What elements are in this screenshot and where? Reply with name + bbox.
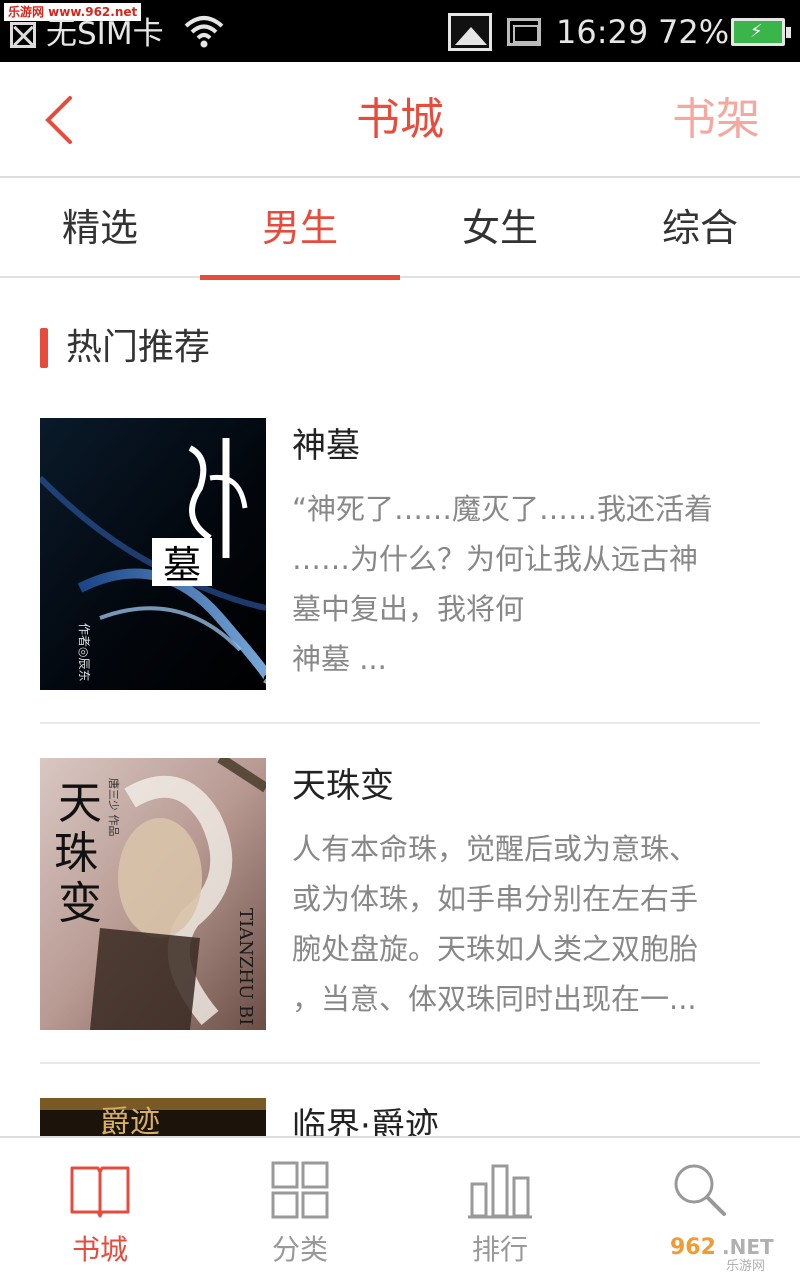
book-title[interactable]: 天珠变 (292, 762, 394, 810)
nav-bookstore[interactable]: 书城 (0, 1138, 200, 1280)
search-icon (674, 1164, 726, 1216)
tab-featured[interactable]: 精选 (0, 178, 200, 278)
bar-chart-icon (468, 1164, 532, 1219)
svg-text:变: 变 (58, 878, 102, 929)
wifi-icon (184, 16, 224, 48)
nav-category[interactable]: 分类 (200, 1138, 400, 1280)
book-description: 人有本命珠，觉醒后或为意珠、 或为体珠，如手串分别在左右手 腕处盘旋。天珠如人类… (292, 824, 760, 1024)
cover-side-title: TIANZHU BI (235, 908, 256, 1025)
tab-female[interactable]: 女生 (400, 178, 600, 278)
book-open-icon (70, 1166, 130, 1218)
desc-line: 墓中复出，我将何 (292, 592, 525, 626)
book-title[interactable]: 临界·爵迹 (292, 1102, 439, 1136)
nav-label: 分类 (271, 1233, 328, 1266)
no-sim-icon (10, 22, 36, 48)
category-tabs: 精选 男生 女生 综合 (0, 178, 800, 280)
book-cover-image: 墓 作者◎辰东 (40, 418, 266, 690)
nav-label: 排行 (471, 1233, 528, 1266)
clock: 16:29 (556, 13, 649, 51)
book-title[interactable]: 神墓 (292, 422, 360, 470)
desc-line: 神墓 ... (292, 642, 387, 676)
cover-author: 唐三少 作品 (107, 778, 121, 837)
gallery-notification-icon (448, 13, 492, 51)
battery-icon: ⚡ (731, 18, 791, 46)
book-item[interactable]: 墓 作者◎辰东 神墓 “神死了……魔灭了……我还活着 ……为什么？为何让我从远古… (40, 418, 760, 690)
section-title: 热门推荐 (66, 327, 211, 368)
svg-text:962: 962 (670, 1235, 716, 1260)
desc-line: ，当意、体双珠同时出现在一... (292, 982, 697, 1016)
book-description: “神死了……魔灭了……我还活着 ……为什么？为何让我从远古神 墓中复出，我将何 … (292, 484, 760, 684)
bottom-navigation: 书城 分类 排行 962 .NET 乐游网 (0, 1136, 800, 1280)
book-item[interactable]: 爵迹 临界·爵迹 (40, 1098, 760, 1136)
tab-general[interactable]: 综合 (600, 178, 800, 278)
cover-subtitle: 墓 (163, 543, 201, 587)
desc-line: 腕处盘旋。天珠如人类之双胞胎 (292, 932, 699, 966)
svg-text:乐游网: 乐游网 (726, 1259, 765, 1272)
cover-author: 作者◎辰东 (77, 623, 91, 681)
app-header: 书城 书架 (0, 62, 800, 178)
section-accent-bar (40, 328, 48, 368)
book-cover-image: 爵迹 (40, 1098, 266, 1136)
list-divider (40, 1062, 760, 1064)
section-header: 热门推荐 (40, 326, 210, 370)
grid-icon (271, 1161, 329, 1219)
desc-line: 人有本命珠，觉醒后或为意珠、 (292, 832, 699, 866)
nav-ranking[interactable]: 排行 (400, 1138, 600, 1280)
desc-line: 或为体珠，如手串分别在左右手 (292, 882, 699, 916)
screenshot-notification-icon (507, 18, 541, 46)
status-bar: 乐游网 www.962.net 无SIM卡 16:29 72% ⚡ (0, 0, 800, 62)
carrier-label: 无SIM卡 (46, 16, 164, 52)
svg-text:.NET: .NET (722, 1235, 774, 1259)
battery-percent: 72% (658, 13, 730, 51)
tab-male[interactable]: 男生 (200, 178, 400, 280)
book-item[interactable]: 天 珠 变 TIANZHU BI 唐三少 作品 天珠变 人有本命珠，觉醒后或为意… (40, 758, 760, 1030)
svg-text:珠: 珠 (54, 828, 98, 879)
svg-text:天: 天 (58, 778, 102, 829)
desc-line: “神死了……魔灭了……我还活着 (292, 492, 714, 526)
desc-line: ……为什么？为何让我从远古神 (292, 542, 699, 576)
cover-title: 爵迹 (100, 1105, 160, 1136)
nav-label: 书城 (71, 1233, 128, 1266)
book-cover-image: 天 珠 变 TIANZHU BI 唐三少 作品 (40, 758, 266, 1030)
charging-bolt-icon: ⚡ (750, 21, 763, 42)
site-watermark-logo: 962 .NET 乐游网 (670, 1235, 774, 1272)
list-divider (40, 722, 760, 724)
bookshelf-button[interactable]: 书架 (672, 92, 760, 148)
